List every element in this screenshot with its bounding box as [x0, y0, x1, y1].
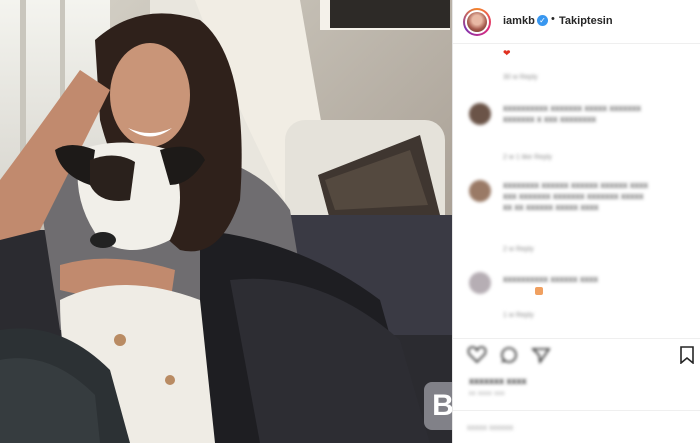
- comment-2-avatar[interactable]: [469, 180, 491, 202]
- avatar[interactable]: [463, 8, 491, 36]
- comment-3-text: xxxxxxxxxx xxxxxx xxxx: [503, 274, 599, 284]
- likes-count[interactable]: xxxxxxx xxxx: [469, 376, 527, 386]
- post-header: iamkb ✓ • Takiptesin: [453, 0, 700, 44]
- post-photo[interactable]: [0, 0, 452, 443]
- comment-3-emoji-icon: [535, 287, 543, 295]
- heart-icon[interactable]: [467, 346, 487, 364]
- comment-0-text: ❤: [503, 48, 511, 58]
- following-label[interactable]: Takiptesin: [559, 15, 613, 27]
- comment-0-meta[interactable]: 30 w Reply: [503, 74, 538, 81]
- username-link[interactable]: iamkb: [503, 15, 535, 27]
- comment-2-text: xxxxxxxx xxxxxx xxxxxx xxxxxx xxxx xxx x…: [503, 180, 649, 212]
- share-icon[interactable]: [531, 346, 551, 364]
- add-comment-input[interactable]: xxxxx xxxxxx: [467, 423, 513, 432]
- post-date: xx xxxx xxx: [469, 391, 505, 397]
- comment-2-meta[interactable]: 2 w Reply: [503, 246, 534, 253]
- post-image: [0, 0, 452, 443]
- comment-1-text: xxxxxxxxxx xxxxxxx xxxxx xxxxxxx xxxxxxx…: [503, 103, 642, 124]
- comment-1-avatar[interactable]: [469, 103, 491, 125]
- comment-3-avatar[interactable]: [469, 272, 491, 294]
- comment-icon[interactable]: [499, 346, 519, 364]
- bookmark-icon[interactable]: [679, 346, 695, 364]
- post-sidebar: iamkb ✓ • Takiptesin ❤ 30 w Reply xxxxxx…: [452, 0, 700, 443]
- verified-badge-icon: ✓: [537, 15, 548, 26]
- separator-dot: •: [551, 13, 555, 25]
- add-comment-bar[interactable]: xxxxx xxxxxx: [453, 410, 700, 444]
- divider: [453, 338, 700, 339]
- comment-1-meta[interactable]: 2 w 1 like Reply: [503, 154, 552, 161]
- comment-3-meta[interactable]: 1 w Reply: [503, 312, 534, 319]
